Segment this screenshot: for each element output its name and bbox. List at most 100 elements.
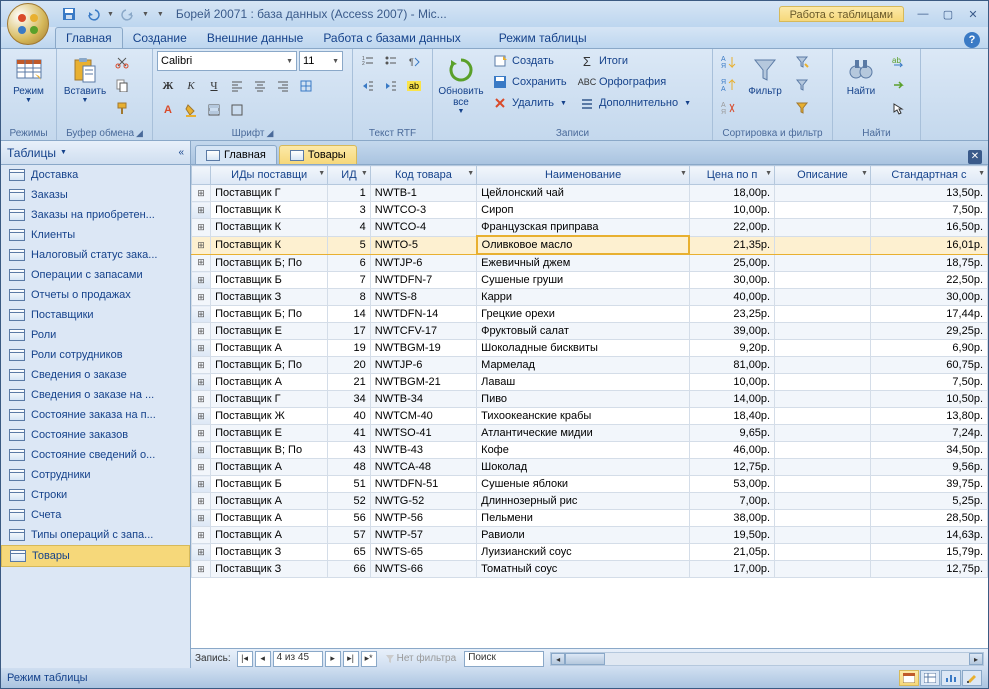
cell[interactable] — [775, 357, 871, 374]
alt-fill-icon[interactable] — [203, 99, 225, 121]
column-header[interactable]: Код товара▼ — [370, 166, 476, 185]
cell[interactable]: 7,50р. — [870, 202, 987, 219]
row-header[interactable]: ⊞ — [192, 374, 211, 391]
toggle-filter-icon[interactable] — [791, 97, 813, 119]
navitem[interactable]: Типы операций с запа... — [1, 525, 190, 545]
cell[interactable]: 13,50р. — [870, 185, 987, 202]
cell[interactable]: Поставщик Ж — [211, 408, 328, 425]
row-header[interactable]: ⊞ — [192, 527, 211, 544]
cell[interactable]: 9,20р. — [689, 340, 774, 357]
filter-indicator[interactable]: Нет фильтра — [385, 653, 457, 664]
maximize-button[interactable]: ▢ — [937, 5, 959, 23]
cell[interactable]: Тихоокеанские крабы — [477, 408, 690, 425]
cell[interactable]: Поставщик З — [211, 561, 328, 578]
cell[interactable]: Сушеные яблоки — [477, 476, 690, 493]
cell[interactable]: 65 — [328, 544, 371, 561]
cell[interactable]: Поставщик Е — [211, 425, 328, 442]
prev-record-button[interactable]: ◂ — [255, 651, 271, 667]
cell[interactable] — [775, 476, 871, 493]
font-dialog-icon[interactable]: ◢ — [266, 128, 273, 138]
cell[interactable]: NWTP-57 — [370, 527, 476, 544]
cell[interactable]: 40 — [328, 408, 371, 425]
cell[interactable]: Цейлонский чай — [477, 185, 690, 202]
cell[interactable]: 52 — [328, 493, 371, 510]
table-row[interactable]: ⊞Поставщик А21NWTBGM-21Лаваш10,00р.7,50р… — [192, 374, 988, 391]
cell[interactable]: 16,01р. — [870, 236, 987, 254]
cut-icon[interactable] — [111, 51, 133, 73]
underline-icon[interactable]: Ч — [203, 75, 225, 97]
cell[interactable]: 15,79р. — [870, 544, 987, 561]
cell[interactable] — [775, 340, 871, 357]
cell[interactable]: Фруктовый салат — [477, 323, 690, 340]
cell[interactable]: 7 — [328, 272, 371, 289]
cell[interactable]: 10,50р. — [870, 391, 987, 408]
next-record-button[interactable]: ▸ — [325, 651, 341, 667]
cell[interactable]: 43 — [328, 442, 371, 459]
cell[interactable] — [775, 425, 871, 442]
cell[interactable]: NWTB-34 — [370, 391, 476, 408]
row-header[interactable]: ⊞ — [192, 254, 211, 272]
row-header[interactable]: ⊞ — [192, 357, 211, 374]
navitem[interactable]: Заказы — [1, 185, 190, 205]
cell[interactable]: 18,00р. — [689, 185, 774, 202]
grid-style-icon[interactable] — [226, 99, 248, 121]
column-header[interactable]: Описание▼ — [775, 166, 871, 185]
gridlines-icon[interactable] — [295, 75, 317, 97]
cell[interactable] — [775, 185, 871, 202]
column-header[interactable]: Наименование▼ — [477, 166, 690, 185]
table-row[interactable]: ⊞Поставщик Г34NWTB-34Пиво14,00р.10,50р. — [192, 391, 988, 408]
cell[interactable]: 21,05р. — [689, 544, 774, 561]
table-row[interactable]: ⊞Поставщик Ж40NWTCM-40Тихоокеанские краб… — [192, 408, 988, 425]
cell[interactable]: 7,00р. — [689, 493, 774, 510]
cell[interactable]: Поставщик З — [211, 544, 328, 561]
cell[interactable]: NWTCO-3 — [370, 202, 476, 219]
cell[interactable]: Поставщик А — [211, 340, 328, 357]
cell[interactable]: Поставщик Б; По — [211, 357, 328, 374]
cell[interactable] — [775, 493, 871, 510]
cell[interactable]: 30,00р. — [870, 289, 987, 306]
cell[interactable]: 28,50р. — [870, 510, 987, 527]
increase-indent-icon[interactable] — [380, 75, 402, 97]
cell[interactable] — [775, 289, 871, 306]
row-header[interactable]: ⊞ — [192, 408, 211, 425]
table-row[interactable]: ⊞Поставщик А52NWTG-52Длиннозерный рис7,0… — [192, 493, 988, 510]
navitem[interactable]: Роли сотрудников — [1, 345, 190, 365]
cell[interactable]: Луизианский соус — [477, 544, 690, 561]
undo-dropdown-icon[interactable]: ▼ — [107, 11, 114, 18]
column-dropdown-icon[interactable]: ▼ — [861, 170, 868, 177]
cell[interactable]: NWTDFN-14 — [370, 306, 476, 323]
cell[interactable]: 10,00р. — [689, 374, 774, 391]
cell[interactable]: 13,80р. — [870, 408, 987, 425]
cell[interactable]: 21 — [328, 374, 371, 391]
scroll-right-icon[interactable]: ▸ — [969, 653, 983, 665]
cell[interactable]: NWTBGM-21 — [370, 374, 476, 391]
cell[interactable]: 25,00р. — [689, 254, 774, 272]
row-header[interactable]: ⊞ — [192, 289, 211, 306]
navitem[interactable]: Операции с запасами — [1, 265, 190, 285]
cell[interactable]: 6 — [328, 254, 371, 272]
cell[interactable]: 7,50р. — [870, 374, 987, 391]
font-name-combo[interactable]: Calibri▼ — [157, 51, 297, 71]
navitem[interactable]: Налоговый статус зака... — [1, 245, 190, 265]
cell[interactable] — [775, 527, 871, 544]
table-row[interactable]: ⊞Поставщик Б; По14NWTDFN-14Грецкие орехи… — [192, 306, 988, 323]
cell[interactable]: 7,24р. — [870, 425, 987, 442]
cell[interactable]: NWTDFN-7 — [370, 272, 476, 289]
copy-icon[interactable] — [111, 74, 133, 96]
clear-sort-icon[interactable]: АЯ — [717, 97, 739, 119]
navitem[interactable]: Сведения о заказе — [1, 365, 190, 385]
cell[interactable]: Французская приправа — [477, 219, 690, 237]
highlight-icon[interactable]: ab — [403, 75, 425, 97]
table-row[interactable]: ⊞Поставщик А57NWTP-57Равиоли19,50р.14,63… — [192, 527, 988, 544]
row-header[interactable]: ⊞ — [192, 202, 211, 219]
cell[interactable]: NWTCFV-17 — [370, 323, 476, 340]
cell[interactable]: 48 — [328, 459, 371, 476]
cell[interactable] — [775, 236, 871, 254]
cell[interactable]: Поставщик Б — [211, 272, 328, 289]
cell[interactable]: NWTCO-4 — [370, 219, 476, 237]
cell[interactable]: Ежевичный джем — [477, 254, 690, 272]
table-row[interactable]: ⊞Поставщик К5NWTO-5Оливковое масло21,35р… — [192, 236, 988, 254]
close-tab-button[interactable]: ✕ — [968, 150, 982, 164]
cell[interactable]: 81,00р. — [689, 357, 774, 374]
cell[interactable]: 38,00р. — [689, 510, 774, 527]
